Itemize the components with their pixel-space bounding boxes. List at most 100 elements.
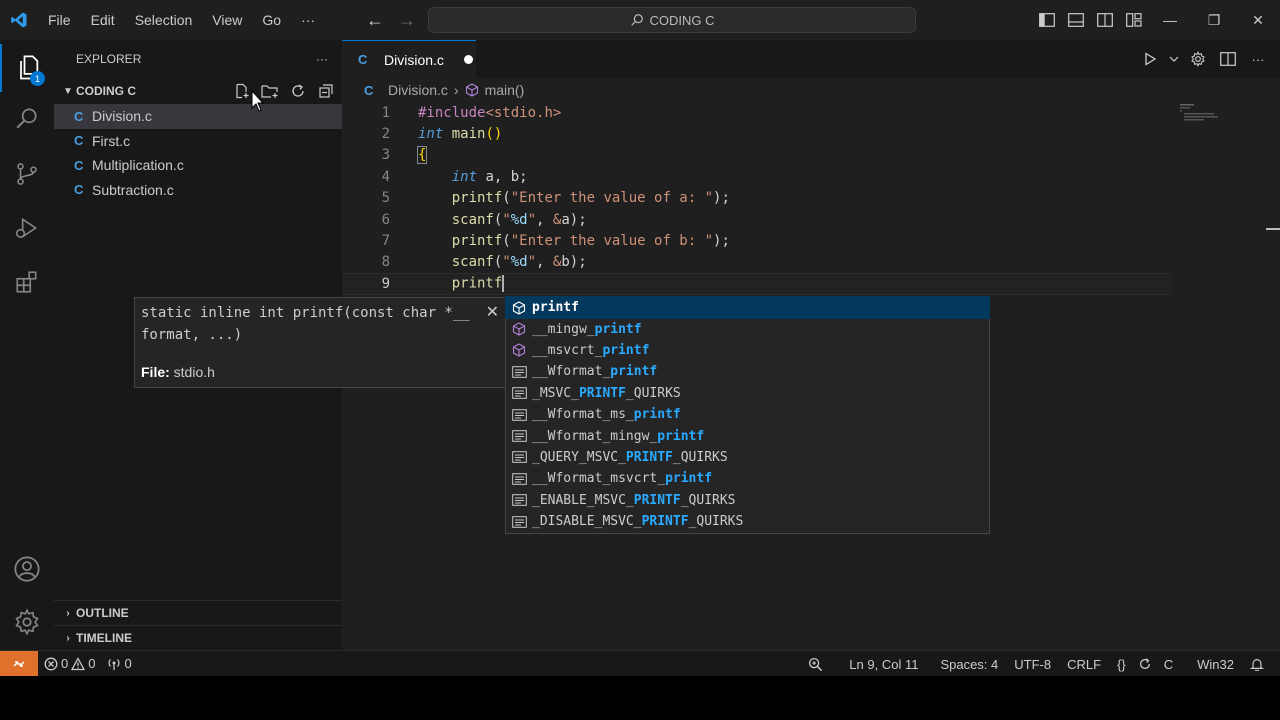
settings-gear-icon[interactable] [1186, 47, 1210, 71]
file-label: Division.c [92, 108, 152, 125]
code-text: printf [451, 275, 505, 293]
code-line-current: 9 printf [342, 273, 1172, 295]
letterbox-bottom [0, 676, 1280, 720]
collapse-all-icon[interactable] [316, 81, 336, 101]
configuration[interactable]: Win32 [1191, 657, 1240, 672]
file-label: First.c [92, 132, 131, 149]
macro-icon [511, 471, 527, 487]
line-number: 4 [381, 168, 390, 185]
explorer-more-actions[interactable]: ··· [316, 52, 328, 66]
toggle-primary-sidebar-icon[interactable] [1032, 0, 1061, 40]
line-number: 2 [381, 126, 390, 143]
menu-edit[interactable]: Edit [81, 0, 125, 40]
menu-view[interactable]: View [202, 0, 252, 40]
back-arrow-icon[interactable]: ← [362, 7, 388, 33]
explorer-files-icon[interactable]: 1 [0, 44, 54, 92]
refresh-icon[interactable] [288, 81, 308, 101]
sync-icon[interactable] [1136, 657, 1154, 671]
tab-division[interactable]: C Division.c [342, 40, 476, 78]
run-dropdown-icon[interactable] [1168, 47, 1180, 71]
file-item-subtraction[interactable]: C Subtraction.c [54, 178, 342, 203]
c-file-icon: C [74, 133, 84, 149]
suggestion-item[interactable]: _MSVC_PRINTF_QUIRKS [506, 383, 989, 404]
encoding[interactable]: UTF-8 [1008, 657, 1057, 672]
problems-indicator[interactable]: 0 0 [38, 656, 101, 671]
line-number: 7 [381, 233, 390, 250]
suggestion-item[interactable]: __msvcrt_printf [506, 340, 989, 361]
run-icon[interactable] [1138, 47, 1162, 71]
suggestion-item[interactable]: __Wformat_ms_printf [506, 404, 989, 425]
split-editor-icon[interactable] [1216, 47, 1240, 71]
more-actions-icon[interactable]: ··· [1246, 47, 1270, 71]
timeline-section[interactable]: › TIMELINE [54, 625, 342, 650]
suggestion-item[interactable]: __Wformat_mingw_printf [506, 425, 989, 446]
file-item-multiplication[interactable]: C Multiplication.c [54, 153, 342, 178]
c-file-icon: C [358, 52, 368, 67]
window-controls: — ❐ ✕ [1032, 0, 1280, 40]
ports-indicator[interactable]: 0 [101, 656, 137, 671]
outline-section[interactable]: › OUTLINE [54, 600, 342, 625]
remote-indicator-icon[interactable] [0, 650, 38, 677]
indentation[interactable]: Spaces: 4 [934, 657, 1004, 672]
code-line: 6 scanf("%d", &a); [342, 209, 1172, 230]
extensions-icon[interactable] [0, 258, 54, 306]
method-cube-icon [511, 321, 527, 337]
cursor-position[interactable]: Ln 9, Col 11 [843, 657, 924, 672]
folder-header[interactable]: ▼ CODING C [54, 78, 342, 104]
code-line: 2 int main() [342, 123, 1172, 144]
status-right: Ln 9, Col 11 Spaces: 4 UTF-8 CRLF {} C W… [802, 651, 1270, 677]
customize-layout-icon[interactable] [1119, 0, 1148, 40]
navigation-arrows: ← → [362, 0, 420, 40]
zoom-icon[interactable] [802, 657, 829, 672]
suggestion-item[interactable]: __mingw_printf [506, 318, 989, 339]
folder-name: CODING C [76, 84, 136, 98]
tab-label: Division.c [384, 51, 444, 68]
breadcrumb-symbol[interactable]: main() [485, 82, 525, 98]
language-mode[interactable]: C [1158, 657, 1179, 672]
close-hover-icon[interactable]: ✕ [486, 302, 499, 322]
minimize-icon[interactable]: — [1148, 0, 1192, 40]
new-file-icon[interactable] [232, 81, 252, 101]
line-ending[interactable]: CRLF [1061, 657, 1107, 672]
notifications-bell-icon[interactable] [1244, 657, 1270, 671]
suggestion-label: __Wformat_printf [532, 364, 658, 380]
suggestion-item[interactable]: __Wformat_printf [506, 361, 989, 382]
toggle-panel-icon[interactable] [1061, 0, 1090, 40]
menu-selection[interactable]: Selection [125, 0, 203, 40]
source-control-icon[interactable] [0, 150, 54, 198]
macro-icon [511, 449, 527, 465]
macro-icon [511, 428, 527, 444]
code-editor[interactable]: 1 #include<stdio.h> 2 int main() 3 { 4 i… [342, 102, 1172, 295]
command-center-search[interactable]: CODING C [428, 7, 916, 33]
file-item-division[interactable]: C Division.c [54, 104, 342, 129]
menu-file[interactable]: File [38, 0, 81, 40]
suggestion-item[interactable]: __Wformat_msvcrt_printf [506, 468, 989, 489]
restore-icon[interactable]: ❐ [1192, 0, 1236, 40]
menu-go[interactable]: Go [252, 0, 291, 40]
suggestion-item[interactable]: printf [505, 295, 990, 320]
braces-icon[interactable]: {} [1111, 657, 1132, 672]
suggestion-label: _DISABLE_MSVC_PRINTF_QUIRKS [532, 514, 744, 530]
suggestion-item[interactable]: _DISABLE_MSVC_PRINTF_QUIRKS [506, 511, 989, 532]
file-item-first[interactable]: C First.c [54, 129, 342, 154]
unsaved-dot-icon[interactable] [463, 55, 473, 64]
suggestion-item[interactable]: _QUERY_MSVC_PRINTF_QUIRKS [506, 447, 989, 468]
breadcrumb-file[interactable]: Division.c [388, 82, 448, 98]
error-icon [44, 657, 58, 670]
forward-arrow-icon[interactable]: → [394, 7, 420, 33]
accounts-icon[interactable] [0, 545, 54, 593]
close-window-icon[interactable]: ✕ [1236, 0, 1280, 40]
manage-gear-icon[interactable] [0, 598, 54, 646]
suggestion-label: __Wformat_mingw_printf [532, 428, 705, 444]
search-sidebar-icon[interactable] [0, 94, 54, 142]
toggle-secondary-sidebar-icon[interactable] [1090, 0, 1119, 40]
suggestion-item[interactable]: _ENABLE_MSVC_PRINTF_QUIRKS [506, 490, 989, 511]
menu-more[interactable]: ··· [291, 0, 325, 40]
line-number: 9 [381, 275, 390, 292]
code-line: 1 #include<stdio.h> [342, 102, 1172, 123]
minimap[interactable] [1180, 102, 1220, 122]
menu-bar: File Edit Selection View Go ··· [38, 0, 325, 40]
chevron-right-icon: › [66, 607, 70, 619]
run-and-debug-icon[interactable] [0, 204, 54, 252]
folder-actions [232, 78, 336, 104]
